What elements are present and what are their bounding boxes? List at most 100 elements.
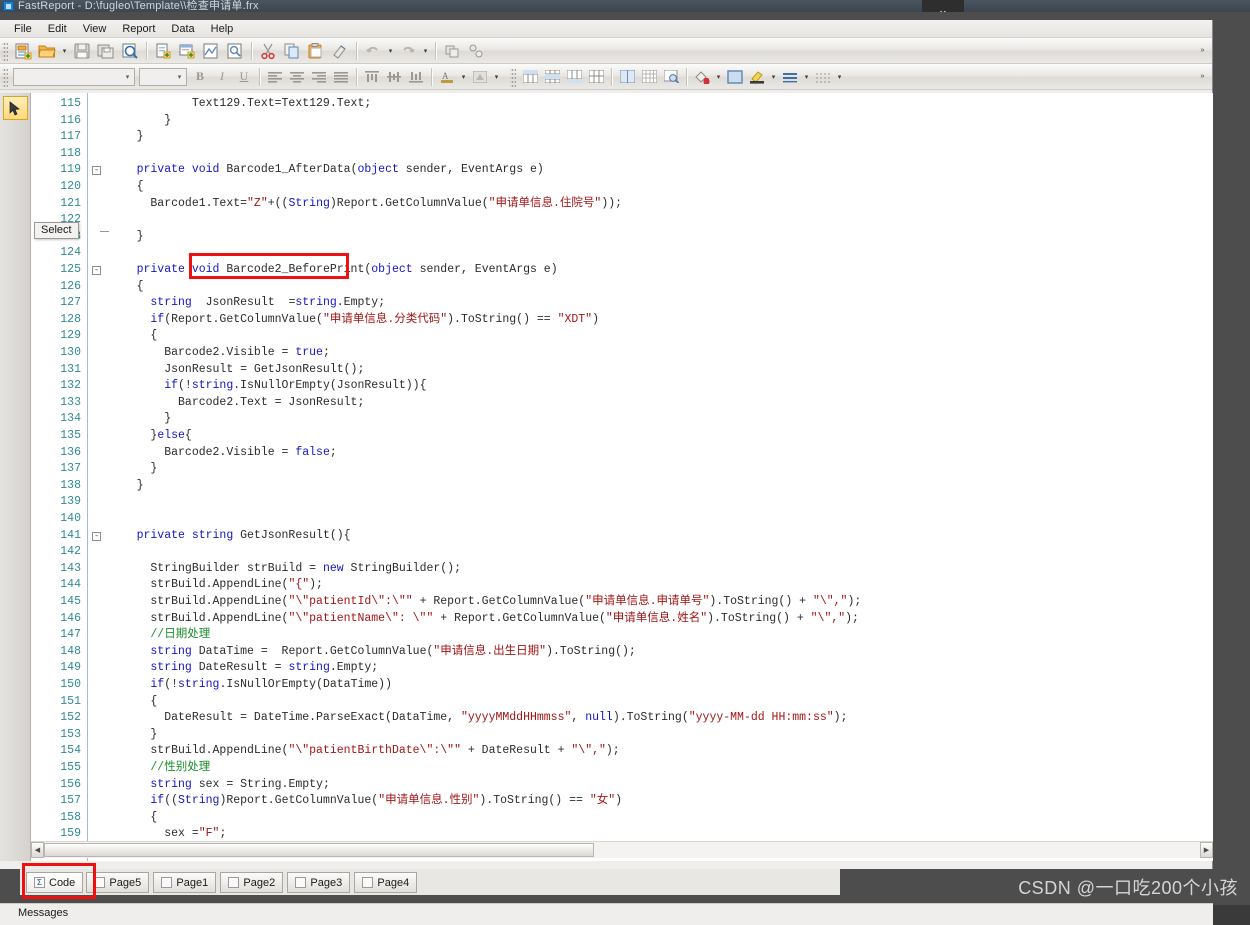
code-line[interactable]: strBuild.AppendLine("\"patientBirthDate\…: [109, 743, 620, 760]
code-line[interactable]: }: [109, 478, 144, 495]
copy-icon[interactable]: [281, 40, 303, 62]
code-line[interactable]: //性别处理: [109, 760, 210, 777]
underline-button[interactable]: U: [233, 67, 255, 87]
menu-item-report[interactable]: Report: [118, 22, 167, 36]
table-split-button[interactable]: [585, 67, 607, 87]
code-line[interactable]: }: [109, 411, 171, 428]
code-line[interactable]: {: [109, 328, 157, 345]
hscroll-left-arrow[interactable]: ◀: [31, 842, 44, 858]
table-bottom-button[interactable]: [563, 67, 585, 87]
code-line[interactable]: {: [109, 179, 144, 196]
cut-icon[interactable]: [257, 40, 279, 62]
new-dialog-icon[interactable]: [176, 40, 198, 62]
format-overflow-arrow[interactable]: »: [1197, 66, 1208, 88]
menu-item-help[interactable]: Help: [207, 22, 246, 36]
code-line[interactable]: {: [109, 694, 157, 711]
code-line[interactable]: }: [109, 229, 144, 246]
code-line[interactable]: Barcode2.Visible = true;: [109, 345, 330, 362]
code-line[interactable]: string DateResult = string.Empty;: [109, 660, 378, 677]
save-icon[interactable]: [71, 40, 93, 62]
menu-item-view[interactable]: View: [79, 22, 119, 36]
code-line[interactable]: if(Report.GetColumnValue("申请单信息.分类代码").T…: [109, 312, 599, 329]
format-overflow-arrow-1[interactable]: ▾: [491, 66, 502, 88]
code-line[interactable]: }: [109, 727, 157, 744]
page-tab-page2[interactable]: Page2: [220, 872, 283, 893]
table-toolbar-grip[interactable]: [510, 67, 516, 87]
code-line[interactable]: if(!string.IsNullOrEmpty(JsonResult)){: [109, 378, 426, 395]
font-color-dropdown-arrow[interactable]: ▾: [458, 66, 469, 88]
menu-item-data[interactable]: Data: [167, 22, 206, 36]
horizontal-scrollbar[interactable]: ◀ ▶: [31, 841, 1213, 857]
page-tab-page4[interactable]: Page4: [354, 872, 417, 893]
table-zoom-button[interactable]: [660, 67, 682, 87]
new-page-icon[interactable]: [152, 40, 174, 62]
menu-item-file[interactable]: File: [10, 22, 44, 36]
italic-button[interactable]: I: [211, 67, 233, 87]
hscroll-thumb[interactable]: [44, 843, 594, 857]
code-line[interactable]: private void Barcode2_BeforePrint(object…: [109, 262, 558, 279]
border-style-dropdown-arrow[interactable]: ▾: [801, 66, 812, 88]
code-line[interactable]: if(!string.IsNullOrEmpty(DataTime)): [109, 677, 392, 694]
open-dropdown-arrow[interactable]: ▾: [59, 40, 70, 62]
code-line[interactable]: }: [109, 113, 171, 130]
table-grid-button[interactable]: [638, 67, 660, 87]
bold-button[interactable]: B: [189, 67, 211, 87]
align-bottom-button[interactable]: [405, 67, 427, 87]
page-setup-icon[interactable]: [200, 40, 222, 62]
code-line[interactable]: }: [109, 129, 144, 146]
font-color-button[interactable]: A: [436, 67, 458, 87]
highlight-dropdown-arrow[interactable]: ▾: [768, 66, 779, 88]
undo-icon[interactable]: [362, 40, 384, 62]
undo-dropdown-arrow[interactable]: ▾: [385, 40, 396, 62]
code-line[interactable]: private string GetJsonResult(){: [109, 528, 351, 545]
code-line[interactable]: string sex = String.Empty;: [109, 777, 330, 794]
save-all-icon[interactable]: [95, 40, 117, 62]
align-center-button[interactable]: [286, 67, 308, 87]
code-line[interactable]: }: [109, 461, 157, 478]
merge-cells-button[interactable]: [616, 67, 638, 87]
code-line[interactable]: string DataTime = Report.GetColumnValue(…: [109, 644, 636, 661]
code-line[interactable]: private void Barcode1_AfterData(object s…: [109, 162, 544, 179]
code-line[interactable]: if((String)Report.GetColumnValue("申请单信息.…: [109, 793, 622, 810]
code-line[interactable]: Text129.Text=Text129.Text;: [109, 96, 371, 113]
border-style-button[interactable]: [779, 67, 801, 87]
table-top-button[interactable]: [519, 67, 541, 87]
code-line[interactable]: DateResult = DateTime.ParseExact(DataTim…: [109, 710, 847, 727]
format-painter-icon[interactable]: [329, 40, 351, 62]
fold-toggle[interactable]: -: [92, 532, 101, 541]
code-line[interactable]: {: [109, 279, 144, 296]
align-justify-button[interactable]: [330, 67, 352, 87]
code-line[interactable]: JsonResult = GetJsonResult();: [109, 362, 364, 379]
fold-toggle[interactable]: -: [92, 166, 101, 175]
font-size-combo[interactable]: ▾: [139, 68, 187, 86]
preview-icon[interactable]: [119, 40, 141, 62]
toolbar-grip[interactable]: [2, 41, 8, 61]
border-color-button[interactable]: [724, 67, 746, 87]
group-icon[interactable]: [441, 40, 463, 62]
code-folding-column[interactable]: - - -: [88, 93, 106, 861]
code-line[interactable]: {: [109, 810, 157, 827]
fold-toggle[interactable]: -: [92, 266, 101, 275]
fill-color-dropdown-arrow[interactable]: ▾: [713, 66, 724, 88]
paste-icon[interactable]: [305, 40, 327, 62]
align-top-button[interactable]: [361, 67, 383, 87]
highlight-button[interactable]: [746, 67, 768, 87]
page-tab-code[interactable]: ΣCode: [26, 872, 83, 893]
code-line[interactable]: strBuild.AppendLine("{");: [109, 577, 323, 594]
code-editor[interactable]: 1151161171181191201211221231241251261271…: [31, 93, 1213, 861]
redo-dropdown-arrow[interactable]: ▾: [420, 40, 431, 62]
font-name-combo[interactable]: ▾: [13, 68, 135, 86]
format-toolbar-grip[interactable]: [2, 67, 8, 87]
code-line[interactable]: }else{: [109, 428, 192, 445]
overflow-arrow[interactable]: »: [1197, 40, 1208, 62]
page-find-icon[interactable]: [224, 40, 246, 62]
open-report-icon[interactable]: [36, 40, 58, 62]
fill-color-button[interactable]: [691, 67, 713, 87]
align-left-button[interactable]: [264, 67, 286, 87]
align-middle-button[interactable]: [383, 67, 405, 87]
menu-item-edit[interactable]: Edit: [44, 22, 79, 36]
code-line[interactable]: StringBuilder strBuild = new StringBuild…: [109, 561, 461, 578]
code-line[interactable]: strBuild.AppendLine("\"patientName\": \"…: [109, 611, 859, 628]
code-line[interactable]: Barcode2.Visible = false;: [109, 445, 337, 462]
code-line[interactable]: //日期处理: [109, 627, 210, 644]
